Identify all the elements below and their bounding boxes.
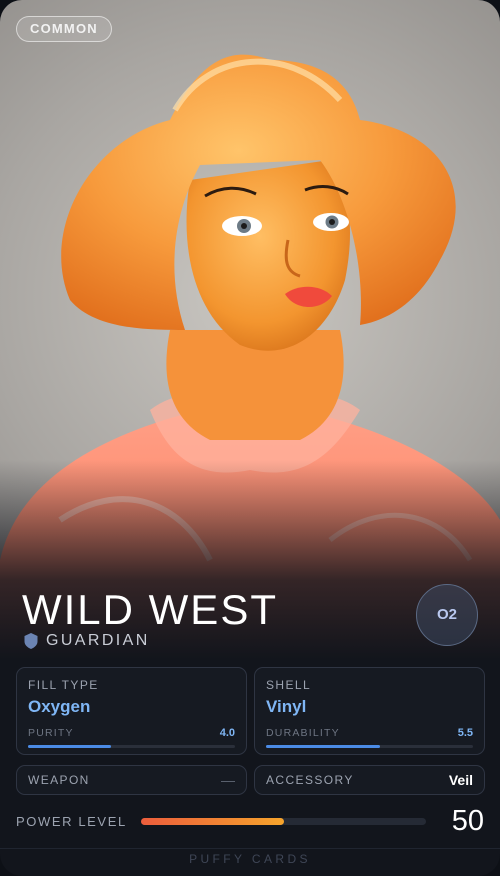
- accessory-caption: ACCESSORY: [266, 773, 354, 787]
- character-card: COMMON WILD WEST GUARDIAN O2 FILL TYPE O…: [0, 0, 500, 876]
- durability-bar: [266, 745, 473, 748]
- shell-caption: SHELL: [266, 678, 312, 692]
- rarity-badge: COMMON: [16, 16, 112, 42]
- weapon-slot[interactable]: WEAPON —: [16, 765, 247, 795]
- power-level-value: 50: [451, 804, 484, 837]
- weapon-value: —: [221, 772, 235, 788]
- power-level-bar-fill: [141, 817, 284, 825]
- footer-brand: PUFFY CARDS: [189, 852, 311, 866]
- power-level-row: POWER LEVEL 50: [16, 804, 484, 837]
- weapon-caption: WEAPON: [28, 773, 90, 787]
- purity-bar-fill: [28, 745, 111, 748]
- power-level-caption: POWER LEVEL: [16, 813, 127, 829]
- class-row: GUARDIAN: [24, 632, 150, 650]
- accessory-value: Veil: [448, 772, 473, 788]
- accessory-slot[interactable]: ACCESSORY Veil: [254, 765, 485, 795]
- durability-value: 5.5: [457, 727, 473, 739]
- purity-bar: [28, 745, 235, 748]
- character-image: [0, 0, 500, 660]
- card-title: WILD WEST: [22, 586, 278, 633]
- fill-type-panel: FILL TYPE Oxygen PURITY 4.0: [16, 667, 247, 755]
- purity-label: PURITY: [28, 727, 74, 739]
- fill-type-caption: FILL TYPE: [28, 678, 99, 692]
- class-label: GUARDIAN: [46, 632, 150, 649]
- footer-divider: [0, 848, 500, 849]
- shell-panel: SHELL Vinyl DURABILITY 5.5: [254, 667, 485, 755]
- durability-label: DURABILITY: [266, 727, 340, 739]
- power-level-bar: [141, 817, 426, 825]
- durability-bar-fill: [266, 745, 380, 748]
- shield-icon: [24, 633, 38, 649]
- purity-value: 4.0: [219, 727, 235, 739]
- element-badge[interactable]: O2: [416, 584, 478, 646]
- shell-value: Vinyl: [266, 697, 307, 716]
- fill-type-value: Oxygen: [28, 697, 91, 716]
